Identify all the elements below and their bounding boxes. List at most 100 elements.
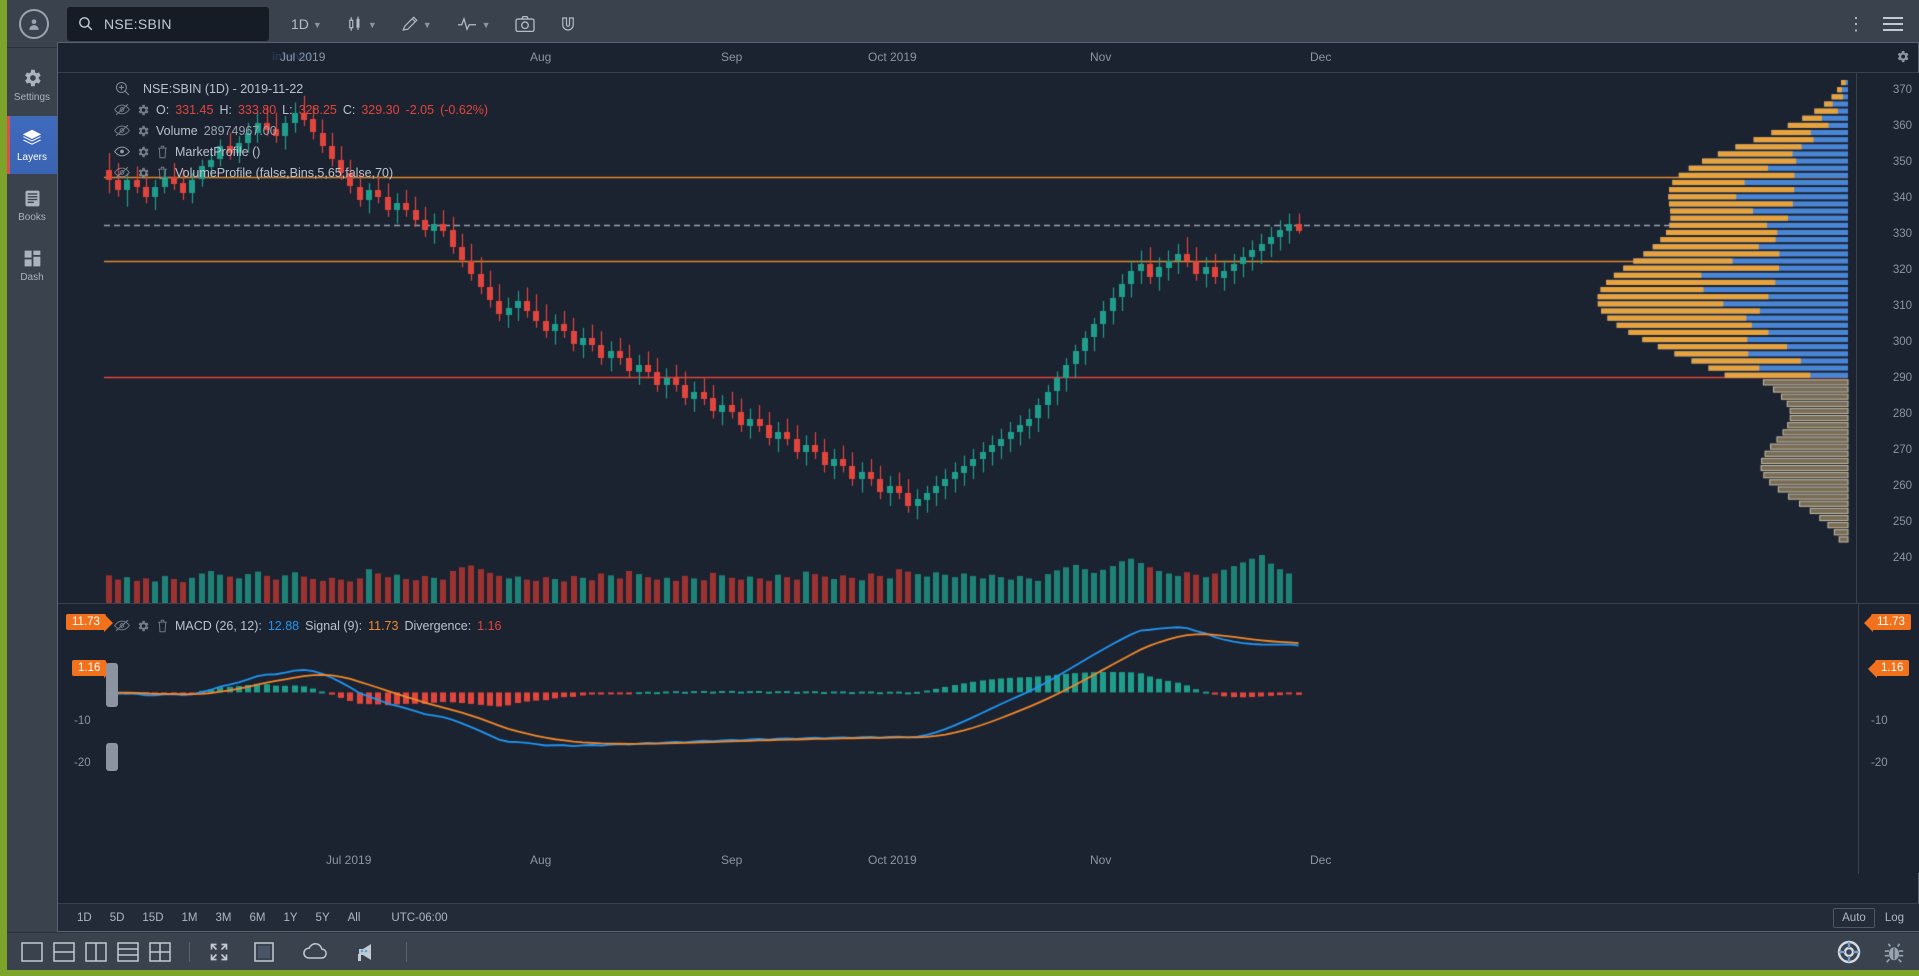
price-tick: 290 xyxy=(1893,372,1912,384)
sidebar-item-settings[interactable]: Settings xyxy=(7,56,57,114)
menu-button[interactable] xyxy=(1883,17,1903,31)
volumeprofile-label: VolumeProfile (false,Bins,5,65,false,70) xyxy=(175,166,393,180)
macd-signal-badge-right: 11.73 xyxy=(1871,614,1911,630)
timeframe-1d[interactable]: 1D xyxy=(68,909,101,927)
eye-visible-icon[interactable] xyxy=(114,145,130,158)
gear-icon xyxy=(21,67,43,89)
layout-quad-icon[interactable] xyxy=(149,942,171,962)
macd-canvas[interactable] xyxy=(58,604,1858,846)
sidebar-item-label: Books xyxy=(18,212,46,223)
zoom-in-icon[interactable] xyxy=(114,80,131,97)
timeframe-5d[interactable]: 5D xyxy=(101,909,134,927)
chevron-down-icon: ▼ xyxy=(482,20,491,30)
volume-label: Volume xyxy=(156,124,198,138)
sidebar-item-dash[interactable]: Dash xyxy=(7,236,57,294)
timeframe-all[interactable]: All xyxy=(339,909,370,927)
macd-axis-right[interactable]: 11.73 1.16 -10 -20 xyxy=(1858,604,1919,874)
date-tick: Nov xyxy=(1090,50,1111,64)
gear-icon[interactable] xyxy=(136,166,150,180)
chart-style-selector[interactable]: ▼ xyxy=(344,0,379,48)
layout-v2-icon[interactable] xyxy=(85,942,107,962)
cloud-icon[interactable] xyxy=(302,942,328,961)
trash-icon[interactable] xyxy=(156,166,169,180)
search-input[interactable]: NSE:SBIN xyxy=(67,7,269,41)
timeframe-bar: 1D 5D 15D 1M 3M 6M 1Y 5Y All UTC-06:00 A… xyxy=(58,903,1919,931)
auto-scale-button[interactable]: Auto xyxy=(1833,908,1875,928)
interval-selector[interactable]: 1D ▼ xyxy=(289,0,324,48)
pulse-icon xyxy=(456,15,478,33)
price-tick: 340 xyxy=(1893,192,1912,204)
ohlc-o-label: O: xyxy=(156,103,169,117)
volume-value: 28974967.00 xyxy=(204,124,277,138)
magnet-icon xyxy=(559,15,577,33)
gear-icon[interactable] xyxy=(136,619,150,633)
legend-row-marketprofile: MarketProfile () xyxy=(114,142,488,161)
top-toolbar-right: ⋮ xyxy=(1847,15,1919,33)
chevron-down-icon: ▼ xyxy=(423,20,432,30)
eye-hidden-icon[interactable] xyxy=(114,166,130,179)
accent-strip-bottom xyxy=(0,970,1919,976)
avatar[interactable] xyxy=(19,9,49,39)
chart-window: interval Jul 2019 Aug Sep Oct 2019 Nov D… xyxy=(57,42,1919,932)
ohlc-h-value: 333.80 xyxy=(238,103,276,117)
layout-h2-icon[interactable] xyxy=(53,942,75,962)
date-tick: Dec xyxy=(1310,853,1331,867)
divider xyxy=(406,942,407,962)
announcements-icon[interactable] xyxy=(356,942,380,962)
timeframe-1y[interactable]: 1Y xyxy=(274,909,306,927)
macd-divergence-label: Divergence: xyxy=(404,619,471,633)
trash-icon[interactable] xyxy=(156,619,169,633)
top-toolbar: NSE:SBIN 1D ▼ ▼ ▼ xyxy=(7,0,1919,48)
sidebar-item-books[interactable]: Books xyxy=(7,176,57,234)
fullscreen-icon[interactable] xyxy=(208,942,230,962)
snapshot-button[interactable] xyxy=(513,0,537,48)
timezone-label[interactable]: UTC-06:00 xyxy=(391,912,447,924)
snapshot-icon[interactable] xyxy=(254,942,274,962)
eye-hidden-icon[interactable] xyxy=(114,103,130,116)
sidebar-item-layers[interactable]: Layers xyxy=(7,116,57,174)
timeframe-1m[interactable]: 1M xyxy=(173,909,207,927)
price-tick: 270 xyxy=(1893,444,1912,456)
gear-icon[interactable] xyxy=(136,124,150,138)
timeframe-3m[interactable]: 3M xyxy=(207,909,241,927)
pane-collapse-handle[interactable] xyxy=(106,743,118,771)
price-tick: 320 xyxy=(1893,264,1912,276)
layers-icon xyxy=(20,127,44,149)
eye-hidden-icon[interactable] xyxy=(114,124,130,137)
macd-pane[interactable]: MACD (26, 12): 12.88 Signal (9): 11.73 D… xyxy=(58,603,1919,873)
macd-legend: MACD (26, 12): 12.88 Signal (9): 11.73 D… xyxy=(114,616,502,635)
ohlc-o-value: 331.45 xyxy=(175,103,213,117)
bug-icon[interactable] xyxy=(1883,941,1905,963)
layout-h3-icon[interactable] xyxy=(117,942,139,962)
timeframe-6m[interactable]: 6M xyxy=(240,909,274,927)
drawing-tools-selector[interactable]: ▼ xyxy=(399,0,434,48)
macd-axis-left[interactable]: 11.73 1.16 -10 -20 xyxy=(58,604,104,874)
layout-single-icon[interactable] xyxy=(21,942,43,962)
ohlc-change-pct: (-0.62%) xyxy=(440,103,488,117)
date-tick: Oct 2019 xyxy=(868,50,917,64)
date-tick: Sep xyxy=(721,50,742,64)
sidebar-item-label: Layers xyxy=(17,152,47,163)
marketprofile-label: MarketProfile () xyxy=(175,145,260,159)
price-axis[interactable]: 370 360 350 340 330 320 310 300 290 280 … xyxy=(1856,73,1918,603)
legend-row-macd: MACD (26, 12): 12.88 Signal (9): 11.73 D… xyxy=(114,616,502,635)
more-options-button[interactable]: ⋮ xyxy=(1847,15,1865,33)
help-icon[interactable] xyxy=(1837,940,1861,964)
macd-name: MACD (26, 12): xyxy=(175,619,262,633)
price-tick: 350 xyxy=(1893,156,1912,168)
magnet-button[interactable] xyxy=(557,0,579,48)
gear-icon[interactable] xyxy=(136,103,150,117)
trash-icon[interactable] xyxy=(156,145,169,159)
chart-settings-button[interactable] xyxy=(1895,49,1910,69)
log-scale-button[interactable]: Log xyxy=(1877,909,1912,927)
gear-icon[interactable] xyxy=(136,145,150,159)
timeframe-15d[interactable]: 15D xyxy=(133,909,172,927)
price-tick: 260 xyxy=(1893,480,1912,492)
timeframe-5y[interactable]: 5Y xyxy=(307,909,339,927)
chevron-down-icon: ▼ xyxy=(313,20,322,30)
pane-resize-handle[interactable] xyxy=(106,663,118,707)
sidebar-item-label: Dash xyxy=(20,272,43,283)
eye-hidden-icon[interactable] xyxy=(114,619,130,632)
indicators-selector[interactable]: ▼ xyxy=(454,0,493,48)
macd-signal-badge-left: 11.73 xyxy=(66,614,106,630)
